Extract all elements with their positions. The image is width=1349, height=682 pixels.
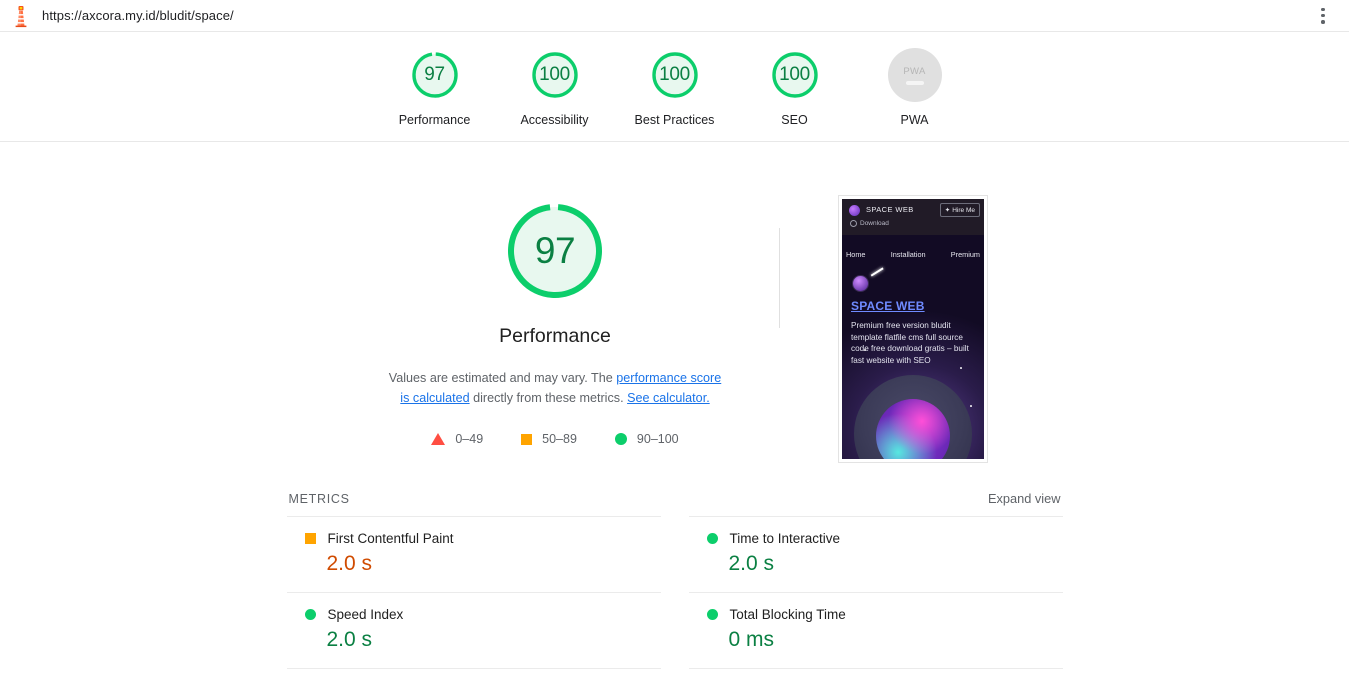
metric-value: 2.0 s [326,628,373,651]
metric-name: Speed Index [327,607,404,622]
gauge-label-seo: SEO [781,113,808,127]
thumbnail-brand: SPACE WEB [866,205,914,214]
gauge-score-performance: 97 [424,64,445,85]
gauge-ring-performance: 97 [408,48,462,102]
gauge-label-accessibility: Accessibility [520,113,589,127]
gauge-score-best-practices: 100 [659,64,690,85]
legend-item-pass: 90–100 [614,432,679,446]
metrics-grid: First Contentful Paint 2.0 s Speed Index… [286,516,1063,669]
thumbnail-nav-item-home: Home [846,250,866,259]
metric-value: 2.0 s [326,552,373,575]
github-icon [850,220,857,227]
metric-name: Time to Interactive [729,531,841,546]
legend-label-pass: 90–100 [636,432,679,446]
big-gauge-score: 97 [534,230,576,271]
triangle-marker-icon [431,433,446,445]
see-calculator-link[interactable]: See calculator. [627,391,710,405]
score-gauge-best-practices[interactable]: 100 Best Practices [615,48,735,127]
thumbnail-download-label: Download [860,220,889,227]
lighthouse-icon [10,4,32,28]
page-title: Performance [499,325,611,347]
gauge-ring-seo: 100 [768,48,822,102]
legend-label-fail: 0–49 [455,432,484,446]
metric-value: 2.0 s [728,552,775,575]
thumbnail-hire-me-button: ✦ Hire Me [939,203,980,217]
gauge-ring-best-practices: 100 [648,48,702,102]
gauge-score-seo: 100 [779,64,810,85]
score-gauge-pwa[interactable]: PWA PWA [855,48,975,127]
thumbnail-paragraph: Premium free version bludit template fla… [851,321,969,365]
gauge-label-performance: Performance [398,113,471,127]
metric-name: First Contentful Paint [327,531,454,546]
legend-label-average: 50–89 [542,432,577,446]
thumbnail-avatar [852,275,869,292]
gauge-label-best-practices: Best Practices [634,113,715,127]
final-screenshot-thumbnail[interactable]: SPACE WEB ✦ Hire Me Download Home Instal… [838,195,988,463]
thumbnail-site-header: SPACE WEB ✦ Hire Me Download [842,199,984,235]
gauge-score-pwa: PWA [903,65,926,77]
thumbnail-hire-me-label: Hire Me [952,206,975,214]
null-score-dash-icon [905,80,924,85]
circle-marker-icon [706,533,718,544]
kebab-menu-icon[interactable] [1315,7,1331,25]
rocket-icon: ✦ [944,207,951,214]
thumbnail-download-link: Download [850,220,889,227]
metrics-header: METRICS Expand view [287,491,1063,516]
thumbnail-nav-item-installation: Installation [890,250,926,259]
gauge-score-accessibility: 100 [539,64,570,85]
url-text[interactable]: https://axcora.my.id/bludit/space/ [42,8,234,23]
metric-row: First Contentful Paint [287,531,661,546]
score-gauge-performance[interactable]: 97 Performance [375,48,495,127]
disclaimer-text-1: Values are estimated and may vary. The [388,371,617,385]
metrics-section: METRICS Expand view First Contentful Pai… [286,491,1063,669]
metrics-column-right: Time to Interactive 2.0 s Total Blocking… [688,516,1063,669]
circle-marker-icon [614,433,627,445]
metric-time-to-interactive[interactable]: Time to Interactive 2.0 s [688,516,1063,592]
metrics-column-left: First Contentful Paint 2.0 s Speed Index… [286,516,661,669]
circle-marker-icon [706,609,718,620]
thumbnail-heading: SPACE WEB [851,299,925,313]
thumbnail-nav-item-premium: Premium [950,250,980,259]
thumbnail-site-logo-icon [849,205,860,216]
metric-first-contentful-paint[interactable]: First Contentful Paint 2.0 s [286,516,661,592]
circle-marker-icon [304,609,316,620]
expand-view-toggle[interactable]: Expand view [988,491,1061,506]
thumbnail-image: SPACE WEB ✦ Hire Me Download Home Instal… [842,199,984,459]
gauge-ring-pwa: PWA [887,48,942,102]
performance-category-header: 97 Performance Values are estimated and … [0,142,1349,463]
metric-value: 0 ms [728,628,775,651]
score-gauge-seo[interactable]: 100 SEO [735,48,855,127]
metric-row: Speed Index [287,607,661,622]
performance-disclaimer: Values are estimated and may vary. The p… [383,368,728,408]
square-marker-icon [521,433,533,445]
score-gauge-accessibility[interactable]: 100 Accessibility [495,48,615,127]
big-gauge-performance: 97 [504,200,606,302]
metric-speed-index[interactable]: Speed Index 2.0 s [286,592,661,669]
metric-row: Total Blocking Time [689,607,1063,622]
metrics-title: METRICS [288,492,350,506]
gauge-label-pwa: PWA [900,113,929,127]
metric-row: Time to Interactive [689,531,1063,546]
hero-vertical-divider [779,228,780,328]
metric-name: Total Blocking Time [729,607,846,622]
hero-left-column: 97 Performance Values are estimated and … [361,200,749,446]
score-legend: 0–49 50–89 90–100 [431,432,679,446]
gauge-ring-accessibility: 100 [528,48,582,102]
thumbnail-nav: Home Installation Premium [842,250,984,259]
legend-item-average: 50–89 [521,432,577,446]
score-scale-strip: 97 Performance 100 Accessibility 100 Bes… [0,32,1349,142]
square-marker-icon [304,533,316,544]
disclaimer-text-2: directly from these metrics. [469,391,628,405]
report-body: 97 Performance Values are estimated and … [0,142,1349,669]
legend-item-fail: 0–49 [431,432,483,446]
metric-total-blocking-time[interactable]: Total Blocking Time 0 ms [688,592,1063,669]
browser-toolbar: https://axcora.my.id/bludit/space/ [0,0,1349,32]
comet-streak-icon [870,267,884,277]
